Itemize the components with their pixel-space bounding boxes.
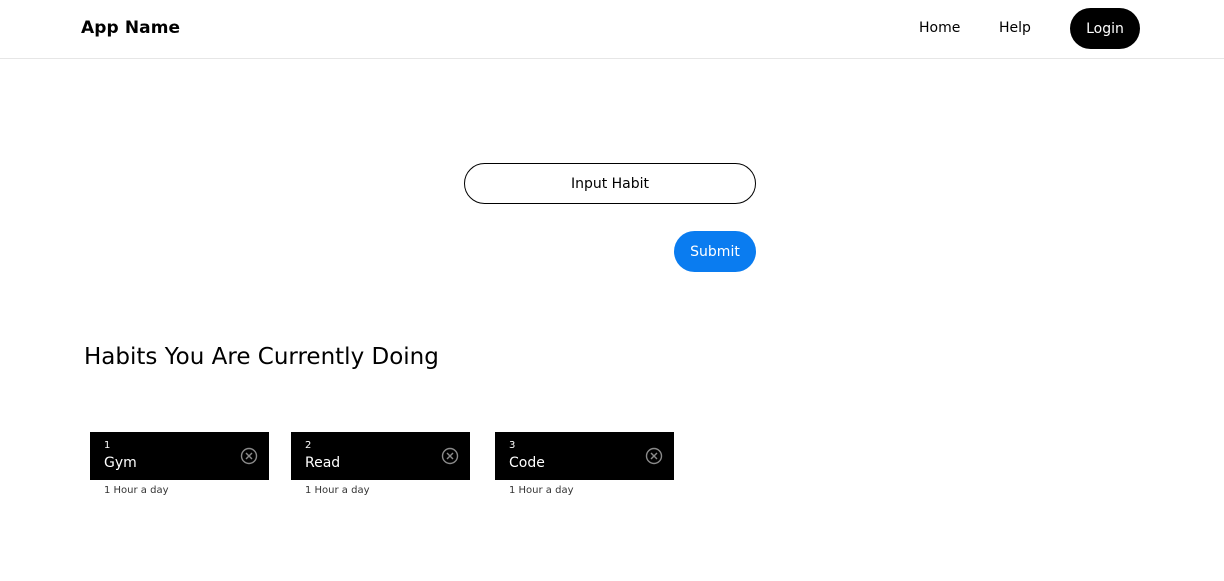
navbar: App Name Home Help Login [0, 0, 1224, 59]
habit-card-header: 2 Read [291, 432, 470, 480]
habit-card: 2 Read 1 Hour a day [291, 432, 470, 496]
habit-detail: 1 Hour a day [305, 485, 370, 496]
nav-link-help[interactable]: Help [999, 20, 1031, 36]
habit-name: Code [509, 455, 545, 471]
habit-card: 3 Code 1 Hour a day [495, 432, 674, 496]
submit-button[interactable]: Submit [674, 231, 756, 272]
habits-section-title: Habits You Are Currently Doing [84, 344, 439, 370]
habit-card-header: 1 Gym [90, 432, 269, 480]
habit-input[interactable] [464, 163, 756, 204]
habit-number: 1 [104, 440, 111, 451]
app-brand: App Name [81, 18, 181, 38]
habit-detail: 1 Hour a day [104, 485, 169, 496]
circle-x-icon[interactable] [240, 447, 258, 465]
nav-link-home[interactable]: Home [919, 20, 960, 36]
login-button[interactable]: Login [1070, 8, 1140, 49]
habit-card: 1 Gym 1 Hour a day [90, 432, 269, 496]
circle-x-icon[interactable] [645, 447, 663, 465]
habit-name: Read [305, 455, 341, 471]
habit-number: 2 [305, 440, 312, 451]
habit-name: Gym [104, 455, 137, 471]
habit-card-header: 3 Code [495, 432, 674, 480]
circle-x-icon[interactable] [441, 447, 459, 465]
habit-number: 3 [509, 440, 516, 451]
habit-detail: 1 Hour a day [509, 485, 574, 496]
